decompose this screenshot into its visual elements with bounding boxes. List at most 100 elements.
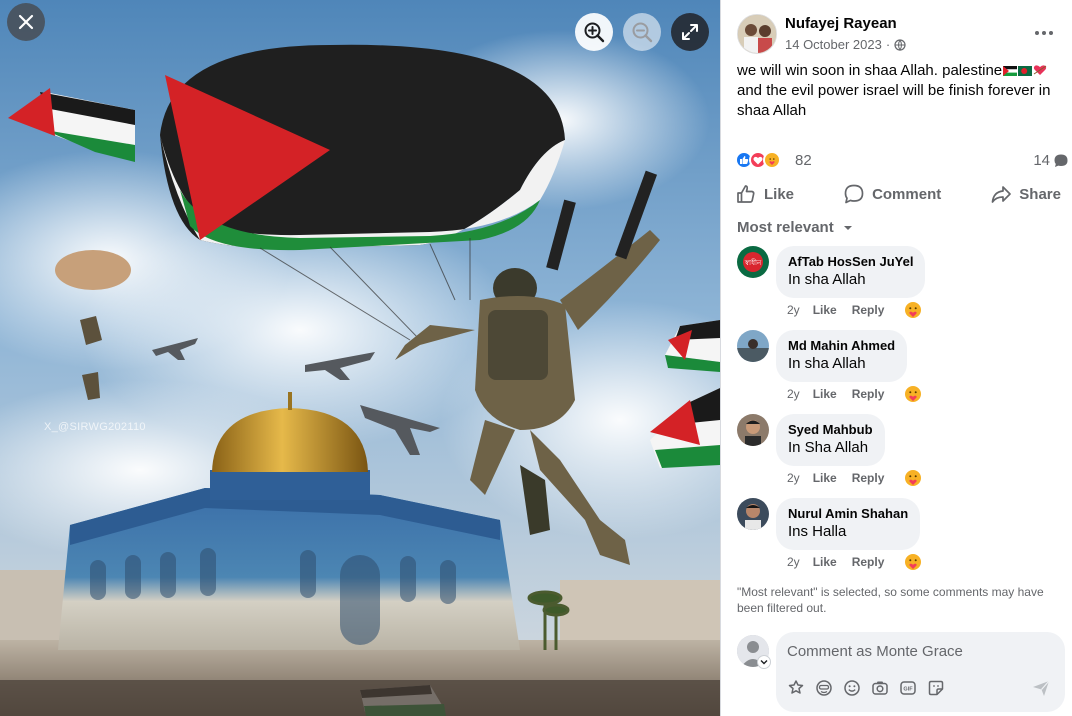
comment-composer: GIF bbox=[737, 632, 1067, 712]
post-panel: Nufayej Rayean 14 October 2023 · we will… bbox=[720, 0, 1072, 716]
reaction-count[interactable]: 82 bbox=[795, 152, 812, 169]
care-reaction-icon[interactable] bbox=[904, 301, 922, 319]
comment-bubble: AfTab HosSen JuYel In sha Allah bbox=[776, 246, 926, 298]
close-icon bbox=[18, 14, 34, 30]
commenter-avatar[interactable]: স্বাধীন bbox=[737, 246, 769, 278]
comment-like-button[interactable]: Like bbox=[813, 387, 837, 401]
comment-time[interactable]: 2y bbox=[787, 555, 800, 569]
send-comment-button[interactable] bbox=[1031, 678, 1051, 698]
emoji-button[interactable] bbox=[842, 678, 862, 698]
send-icon bbox=[1033, 680, 1050, 696]
photo-viewer: X_@SIRWG202110 bbox=[0, 0, 720, 716]
comment-button[interactable]: Comment bbox=[837, 178, 947, 210]
commenter-name[interactable]: Syed Mahbub bbox=[788, 422, 873, 438]
palestine-flag-emoji-icon bbox=[1003, 66, 1018, 76]
comment-like-button[interactable]: Like bbox=[813, 555, 837, 569]
comment-input[interactable] bbox=[787, 640, 1047, 662]
heart-arrow-emoji-icon bbox=[1033, 65, 1047, 75]
svg-text:GIF: GIF bbox=[903, 687, 913, 693]
more-options-button[interactable] bbox=[1031, 20, 1057, 46]
reaction-icons[interactable] bbox=[735, 151, 781, 171]
emoji-face-button[interactable] bbox=[814, 678, 834, 698]
commenter-name[interactable]: Nurul Amin Shahan bbox=[788, 506, 908, 522]
commenter-name[interactable]: Md Mahin Ahmed bbox=[788, 338, 895, 354]
comment-icon bbox=[844, 184, 864, 204]
comment-text: In sha Allah bbox=[788, 355, 866, 372]
comment-meta: 2y Like Reply bbox=[787, 301, 922, 319]
share-button[interactable]: Share bbox=[984, 178, 1067, 210]
bangladesh-flag-emoji-icon bbox=[1018, 66, 1033, 76]
svg-text:স্বাধীন: স্বাধীন bbox=[744, 258, 762, 267]
comment-item: স্বাধীন AfTab HosSen JuYel In sha Allah … bbox=[737, 246, 1067, 326]
globe-icon bbox=[894, 38, 906, 51]
post-meta: 14 October 2023 · bbox=[785, 37, 906, 52]
post-caption: we will win soon in shaa Allah. palestin… bbox=[737, 61, 1067, 121]
care-reaction-icon[interactable] bbox=[904, 385, 922, 403]
comment-text: In sha Allah bbox=[788, 271, 866, 288]
comment-reply-button[interactable]: Reply bbox=[852, 387, 885, 401]
comment-count[interactable]: 14 bbox=[1033, 152, 1069, 169]
comment-text: Ins Halla bbox=[788, 523, 847, 540]
comment-like-button[interactable]: Like bbox=[813, 471, 837, 485]
caption-text-2: and the evil power israel will be finish… bbox=[737, 82, 1051, 119]
avatar-sticker-button[interactable] bbox=[786, 678, 806, 698]
chevron-down-icon bbox=[760, 660, 768, 665]
expand-button[interactable] bbox=[671, 13, 709, 51]
avatar-face-icon bbox=[816, 680, 832, 696]
post-photo bbox=[0, 0, 720, 716]
caret-down-icon bbox=[843, 225, 852, 230]
comment-meta: 2y Like Reply bbox=[787, 469, 922, 487]
more-icon bbox=[1035, 31, 1053, 35]
comment-time[interactable]: 2y bbox=[787, 387, 800, 401]
comment-item: Md Mahin Ahmed In sha Allah 2y Like Repl… bbox=[737, 330, 1067, 410]
share-icon bbox=[991, 186, 1012, 203]
gif-button[interactable]: GIF bbox=[898, 678, 918, 698]
camera-icon bbox=[872, 681, 888, 695]
photo-button[interactable] bbox=[870, 678, 890, 698]
zoom-out-icon bbox=[632, 22, 653, 43]
commenter-avatar[interactable] bbox=[737, 330, 769, 362]
sticker-icon bbox=[928, 680, 944, 696]
comment-item: Syed Mahbub In Sha Allah 2y Like Reply bbox=[737, 414, 1067, 494]
comment-time[interactable]: 2y bbox=[787, 303, 800, 317]
like-button[interactable]: Like bbox=[729, 178, 800, 210]
reactions-summary: 82 14 bbox=[735, 150, 1069, 172]
sticker-button[interactable] bbox=[926, 678, 946, 698]
post-date[interactable]: 14 October 2023 bbox=[785, 37, 882, 52]
gif-icon: GIF bbox=[900, 681, 916, 695]
zoom-out-button[interactable] bbox=[623, 13, 661, 51]
comment-filter-dropdown[interactable]: Most relevant bbox=[737, 219, 854, 236]
profile-switch-button[interactable] bbox=[757, 655, 771, 669]
care-reaction-icon bbox=[763, 151, 781, 169]
zoom-in-icon bbox=[584, 22, 605, 43]
comment-bubble: Md Mahin Ahmed In sha Allah bbox=[776, 330, 908, 382]
author-avatar[interactable] bbox=[737, 14, 777, 54]
comment-box: GIF bbox=[776, 632, 1065, 712]
commenter-avatar[interactable] bbox=[737, 498, 769, 530]
comment-time[interactable]: 2y bbox=[787, 471, 800, 485]
comment-reply-button[interactable]: Reply bbox=[852, 555, 885, 569]
close-button[interactable] bbox=[7, 3, 45, 41]
post-actions: Like Comment Share bbox=[729, 178, 1067, 210]
author-name[interactable]: Nufayej Rayean bbox=[785, 15, 897, 32]
commenter-name[interactable]: AfTab HosSen JuYel bbox=[788, 254, 913, 270]
comment-reply-button[interactable]: Reply bbox=[852, 471, 885, 485]
comment-text: In Sha Allah bbox=[788, 439, 869, 456]
comment-like-button[interactable]: Like bbox=[813, 303, 837, 317]
thumbs-up-icon bbox=[737, 185, 755, 203]
zoom-in-button[interactable] bbox=[575, 13, 613, 51]
caption-text-1: we will win soon in shaa Allah. palestin… bbox=[737, 62, 1003, 79]
comment-meta: 2y Like Reply bbox=[787, 385, 922, 403]
comment-meta: 2y Like Reply bbox=[787, 553, 922, 571]
photo-watermark: X_@SIRWG202110 bbox=[44, 421, 146, 433]
care-reaction-icon[interactable] bbox=[904, 553, 922, 571]
composer-tools: GIF bbox=[786, 678, 1056, 698]
care-reaction-icon[interactable] bbox=[904, 469, 922, 487]
comment-bubble: Nurul Amin Shahan Ins Halla bbox=[776, 498, 921, 550]
filter-note: "Most relevant" is selected, so some com… bbox=[737, 585, 1044, 615]
expand-icon bbox=[682, 24, 698, 40]
commenter-avatar[interactable] bbox=[737, 414, 769, 446]
comment-reply-button[interactable]: Reply bbox=[852, 303, 885, 317]
post-header: Nufayej Rayean 14 October 2023 · bbox=[737, 14, 1063, 56]
emoji-icon bbox=[844, 680, 860, 696]
